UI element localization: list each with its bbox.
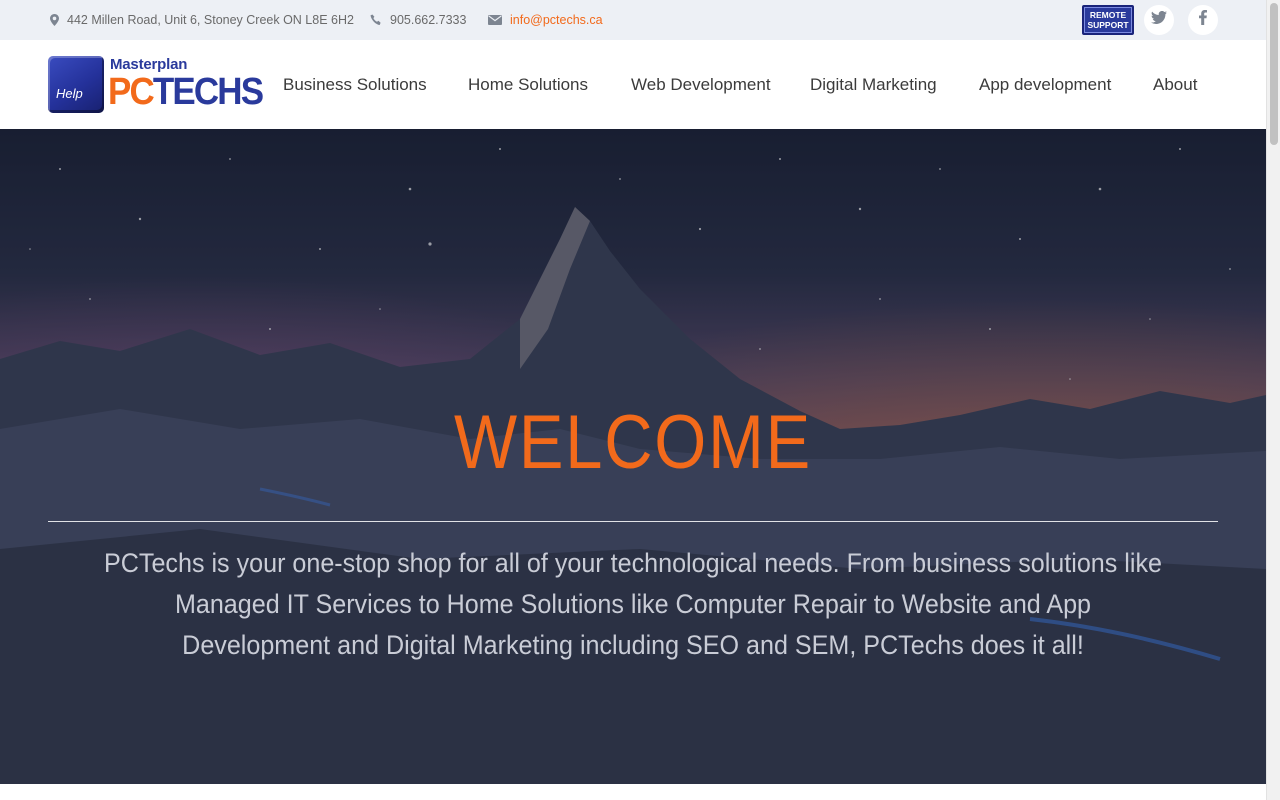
- remote-support-line1: REMOTE: [1089, 10, 1127, 20]
- logo-wordmark: PCTECHS: [108, 71, 264, 113]
- twitter-icon: [1151, 10, 1167, 29]
- phone-icon: [370, 14, 382, 26]
- top-contact-bar: 442 Millen Road, Unit 6, Stoney Creek ON…: [0, 0, 1266, 40]
- twitter-button[interactable]: [1144, 5, 1174, 35]
- nav-about[interactable]: About: [1153, 40, 1197, 129]
- facebook-button[interactable]: [1188, 5, 1218, 35]
- pctechs-logo[interactable]: Help Masterplan PCTECHS: [48, 55, 264, 115]
- page-scrollbar[interactable]: [1266, 0, 1280, 800]
- facebook-icon: [1199, 10, 1207, 30]
- nav-business-solutions[interactable]: Business Solutions: [283, 40, 427, 129]
- hero-divider: [48, 521, 1218, 522]
- phone-text: 905.662.7333: [390, 13, 467, 27]
- nav-web-development[interactable]: Web Development: [631, 40, 771, 129]
- nav-digital-marketing[interactable]: Digital Marketing: [810, 40, 937, 129]
- address-contact: 442 Millen Road, Unit 6, Stoney Creek ON…: [50, 0, 354, 40]
- map-marker-icon: [50, 14, 59, 26]
- logo-techs-text: TECHS: [152, 71, 264, 113]
- remote-support-line2: SUPPORT: [1087, 20, 1129, 30]
- site-header: Help Masterplan PCTECHS Business Solutio…: [0, 40, 1266, 129]
- logo-pc-text: PC: [108, 71, 155, 113]
- phone-contact[interactable]: 905.662.7333: [370, 0, 466, 40]
- address-text: 442 Millen Road, Unit 6, Stoney Creek ON…: [67, 13, 354, 27]
- logo-key-label: Help: [56, 86, 83, 101]
- email-contact[interactable]: info@pctechs.ca: [488, 0, 603, 40]
- nav-app-development[interactable]: App development: [979, 40, 1111, 129]
- logo-keyboard-key-icon: [48, 56, 104, 113]
- remote-support-button[interactable]: REMOTE SUPPORT: [1082, 5, 1134, 35]
- envelope-icon: [488, 15, 502, 25]
- hero-title: WELCOME: [454, 400, 812, 485]
- email-link[interactable]: info@pctechs.ca: [510, 13, 603, 27]
- hero-description: PCTechs is your one-stop shop for all of…: [104, 548, 1162, 660]
- nav-home-solutions[interactable]: Home Solutions: [468, 40, 588, 129]
- hero-section: WELCOME PCTechs is your one-stop shop fo…: [0, 129, 1266, 784]
- scrollbar-thumb[interactable]: [1270, 3, 1278, 145]
